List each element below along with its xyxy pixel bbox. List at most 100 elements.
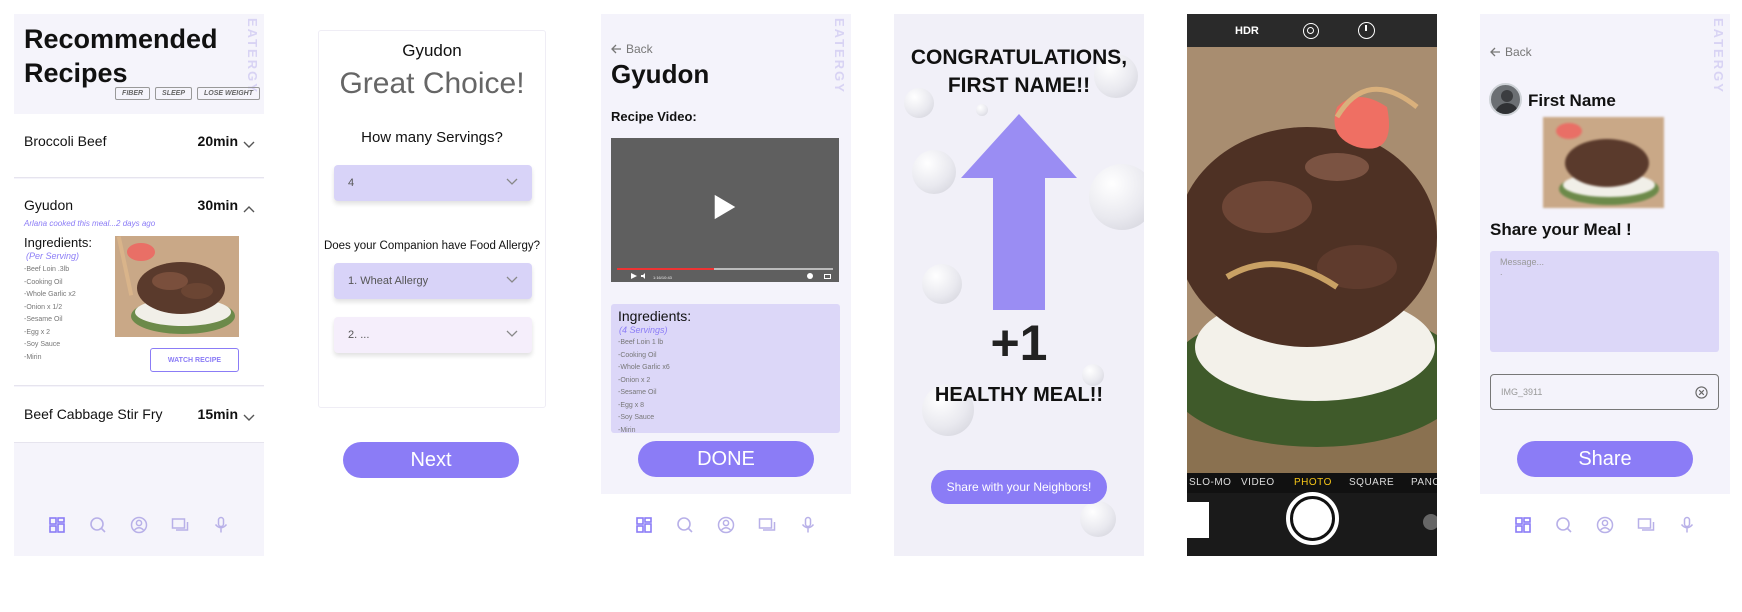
brand-watermark: EATERGY — [832, 18, 847, 94]
recipe-row-beef-cabbage[interactable]: Beef Cabbage Stir Fry 15min — [14, 387, 264, 443]
last-photo-thumbnail[interactable] — [1187, 502, 1209, 538]
tag-fiber[interactable]: FIBER — [115, 87, 151, 100]
ingredients-heading: Ingredients: — [24, 235, 92, 250]
recipe-name: Broccoli Beef — [24, 133, 107, 149]
mic-icon[interactable] — [799, 516, 817, 534]
video-player[interactable]: 1:16/10:43 — [611, 138, 839, 282]
settings-icon[interactable] — [807, 273, 813, 279]
profile-icon[interactable] — [1596, 516, 1614, 534]
clear-icon — [1695, 385, 1708, 399]
congrats-heading: CONGRATULATIONS, FIRST NAME!! — [910, 46, 1128, 97]
attachment-field[interactable]: IMG_3911 — [1490, 374, 1719, 410]
servings-select[interactable]: 4 — [334, 165, 532, 201]
chevron-down-icon — [506, 329, 518, 341]
dashboard-icon[interactable] — [635, 516, 653, 534]
screen-recipe-video: EATERGY Back Gyudon Recipe Video: 1:16/1… — [601, 14, 851, 556]
chat-icon[interactable] — [758, 516, 776, 534]
ingredient-list: -Beef Loin 1 lb -Cooking Oil -Whole Garl… — [618, 339, 670, 433]
fullscreen-icon[interactable] — [824, 274, 831, 279]
back-label: Back — [1505, 45, 1532, 59]
allergy-2-value: 2. ... — [348, 329, 370, 341]
mode-slo-mo[interactable]: SLO-MO — [1189, 477, 1231, 488]
mode-square[interactable]: SQUARE — [1349, 477, 1394, 488]
mic-icon[interactable] — [212, 516, 230, 534]
bubble-decoration — [922, 264, 962, 304]
chat-icon[interactable] — [171, 516, 189, 534]
done-button[interactable]: DONE — [638, 441, 814, 477]
mode-photo[interactable]: PHOTO — [1294, 477, 1332, 488]
hdr-toggle[interactable]: HDR — [1235, 25, 1259, 37]
profile-icon[interactable] — [130, 516, 148, 534]
volume-icon — [641, 273, 645, 279]
allergy-1-value: 1. Wheat Allergy — [348, 275, 429, 287]
search-icon[interactable] — [89, 516, 107, 534]
allergy-select-1[interactable]: 1. Wheat Allergy — [334, 263, 532, 299]
tag-lose-weight[interactable]: LOSE WEIGHT — [197, 87, 260, 100]
servings-card: Gyudon Great Choice! How many Servings? … — [318, 30, 546, 408]
play-small-icon — [631, 273, 637, 279]
message-placeholder: Message... — [1500, 257, 1545, 267]
recipe-row-broccoli-beef[interactable]: Broccoli Beef 20min — [14, 114, 264, 178]
tag-sleep[interactable]: SLEEP — [155, 87, 192, 100]
video-label: Recipe Video: — [611, 109, 697, 124]
dashboard-icon[interactable] — [48, 516, 66, 534]
screen-share-meal: EATERGY Back First Name Share your Meal … — [1480, 14, 1730, 556]
flip-camera-icon[interactable] — [1423, 514, 1437, 530]
servings-question: How many Servings? — [361, 129, 503, 146]
plus-one: +1 — [990, 315, 1048, 371]
recipe-time: 15min — [197, 406, 238, 422]
camera-viewfinder[interactable] — [1187, 47, 1437, 473]
message-input[interactable]: Message... . — [1490, 251, 1719, 352]
meal-photo — [1543, 117, 1664, 208]
chevron-down-icon — [506, 177, 518, 189]
cooked-note: Arlana cooked this meal...2 days ago — [24, 219, 156, 228]
allergy-question: Does your Companion have Food Allergy? — [323, 240, 541, 252]
dashboard-icon[interactable] — [1514, 516, 1532, 534]
profile-icon[interactable] — [717, 516, 735, 534]
next-button[interactable]: Next — [343, 442, 519, 478]
gyudon-photo — [115, 236, 239, 337]
up-arrow-icon — [961, 114, 1077, 310]
arrow-left-icon — [1490, 47, 1500, 57]
shutter-button[interactable] — [1286, 492, 1339, 545]
recipe-row-gyudon[interactable]: Gyudon 30min Arlana cooked this meal...2… — [14, 179, 264, 386]
mic-icon[interactable] — [1678, 516, 1696, 534]
message-value: . — [1500, 267, 1503, 277]
bottom-nav — [1480, 494, 1730, 556]
live-photo-icon[interactable] — [1303, 23, 1319, 39]
chevron-down-icon[interactable] — [243, 409, 255, 427]
share-neighbors-button[interactable]: Share with your Neighbors! — [931, 470, 1107, 504]
video-progress[interactable] — [617, 268, 833, 270]
arrow-left-icon — [611, 44, 621, 54]
timer-icon[interactable] — [1358, 22, 1375, 39]
great-choice-headline: Great Choice! — [339, 67, 525, 100]
page-title: Recommended Recipes — [24, 24, 218, 88]
chevron-down-icon[interactable] — [243, 136, 255, 154]
back-button[interactable]: Back — [1490, 45, 1532, 59]
recipe-time: 30min — [197, 197, 238, 213]
mode-video[interactable]: VIDEO — [1241, 477, 1275, 488]
recipe-name: Beef Cabbage Stir Fry — [24, 406, 163, 422]
dish-title: Gyudon — [402, 41, 462, 60]
dish-title: Gyudon — [611, 59, 710, 89]
mode-pano[interactable]: PANO — [1411, 477, 1437, 488]
back-button[interactable]: Back — [611, 42, 653, 56]
recipe-time: 20min — [197, 133, 238, 149]
allergy-select-2[interactable]: 2. ... — [334, 317, 532, 353]
avatar[interactable] — [1489, 83, 1522, 116]
share-button[interactable]: Share — [1517, 441, 1693, 477]
chat-icon[interactable] — [1637, 516, 1655, 534]
ingredient-list: -Beef Loin .3lb -Cooking Oil -Whole Garl… — [24, 266, 76, 361]
play-icon — [714, 194, 736, 220]
chevron-up-icon[interactable] — [243, 200, 255, 218]
per-serving-label: (Per Serving) — [26, 251, 80, 261]
share-title: Share your Meal ! — [1490, 220, 1632, 239]
camera-top-bar: HDR — [1187, 14, 1437, 47]
watch-recipe-button[interactable]: WATCH RECIPE — [150, 348, 239, 372]
search-icon[interactable] — [676, 516, 694, 534]
screen-camera: HDR SLO-MO VIDEO PHOTO SQUARE PANO — [1187, 14, 1437, 556]
search-icon[interactable] — [1555, 516, 1573, 534]
ingredients-panel: Ingredients: (4 Servings) -Beef Loin 1 l… — [611, 304, 840, 433]
camera-mode-bar: SLO-MO VIDEO PHOTO SQUARE PANO — [1187, 473, 1437, 493]
attachment-name: IMG_3911 — [1501, 387, 1543, 397]
